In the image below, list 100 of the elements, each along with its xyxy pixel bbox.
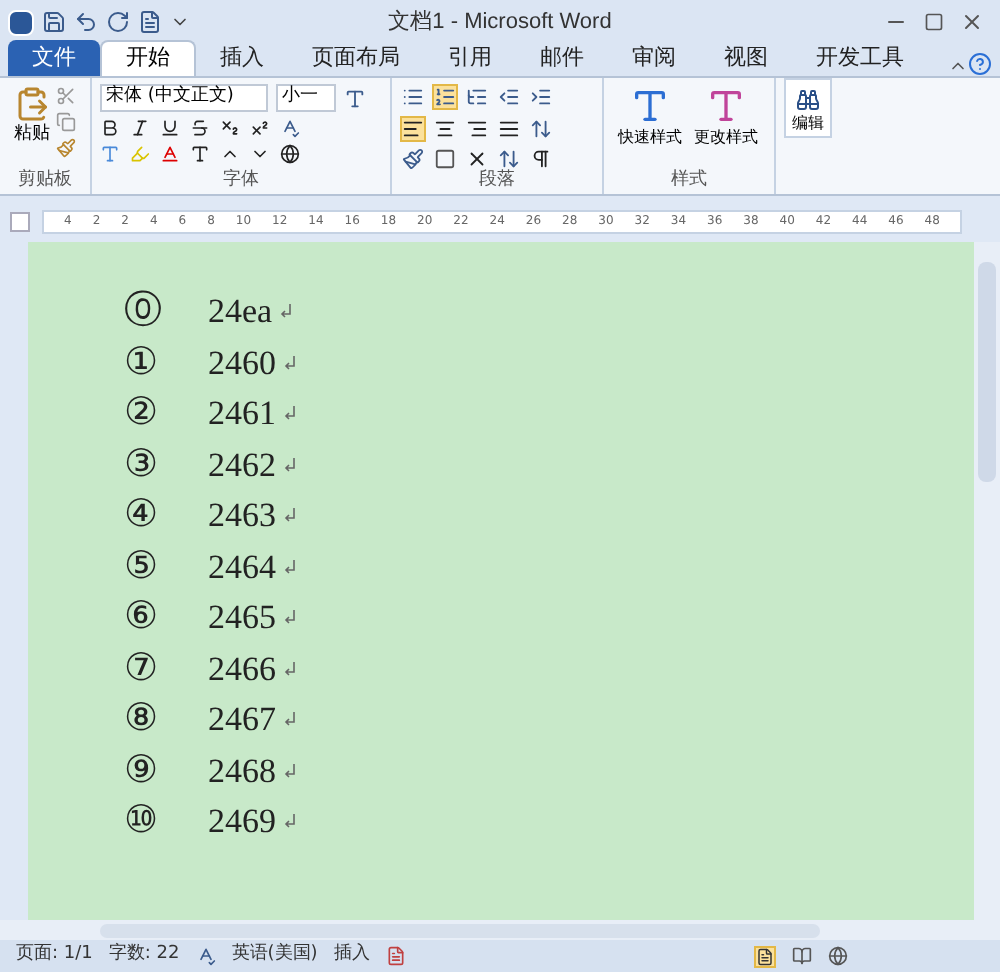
- ribbon-tab[interactable]: 邮件: [516, 40, 608, 76]
- macro-icon[interactable]: [385, 946, 406, 966]
- vertical-scrollbar[interactable]: [974, 242, 1000, 920]
- word-count[interactable]: 字数: 22: [108, 942, 180, 970]
- web-layout-icon[interactable]: [828, 946, 848, 966]
- paragraph-mark-icon: [284, 610, 296, 625]
- letter-style-icon: [630, 86, 670, 126]
- list-text: 2466: [208, 647, 276, 691]
- save-icon[interactable]: [42, 10, 66, 34]
- copy-icon[interactable]: [56, 112, 76, 132]
- justify-icon[interactable]: [496, 118, 522, 140]
- undo-icon[interactable]: [74, 10, 98, 34]
- paragraph-mark-icon: [284, 559, 296, 574]
- sort-icon[interactable]: [496, 148, 522, 170]
- multilevel-list-icon[interactable]: [464, 86, 490, 108]
- insert-mode[interactable]: 插入: [333, 942, 370, 970]
- circled-number: ⑥: [124, 598, 161, 637]
- paragraph-mark-icon: [284, 814, 296, 829]
- reading-layout-icon[interactable]: [792, 946, 812, 966]
- circled-number: ⑧: [124, 700, 161, 739]
- show-marks-icon[interactable]: [528, 148, 554, 170]
- list-text: 2460: [208, 341, 276, 385]
- circled-number: ⓪: [124, 292, 164, 331]
- group-label: 段落: [479, 168, 515, 195]
- circled-number: ⑤: [124, 547, 161, 586]
- proofing-icon[interactable]: [195, 946, 216, 966]
- cut-icon[interactable]: [56, 86, 76, 106]
- paste-button[interactable]: 粘贴: [8, 78, 56, 170]
- close-icon[interactable]: [960, 10, 984, 34]
- circled-number: ④: [124, 496, 161, 535]
- list-text: 2461: [208, 392, 276, 436]
- circled-number: ①: [124, 343, 161, 382]
- print-layout-icon[interactable]: [754, 945, 776, 967]
- paragraph-mark-icon: [284, 457, 296, 472]
- decrease-indent-icon[interactable]: [496, 86, 522, 108]
- paragraph-mark-icon: [280, 304, 293, 319]
- format-painter-icon[interactable]: [56, 138, 76, 158]
- circled-number: ⑨: [124, 751, 161, 790]
- file-tab[interactable]: 文件: [8, 40, 100, 76]
- subscript-icon[interactable]: [220, 118, 240, 138]
- redo-icon[interactable]: [106, 10, 130, 34]
- shading-icon[interactable]: [400, 148, 426, 170]
- ribbon-tab[interactable]: 开发工具: [792, 40, 928, 76]
- help-icon[interactable]: [968, 52, 992, 76]
- circled-number: ③: [124, 445, 161, 484]
- strikethrough-icon[interactable]: [190, 118, 210, 138]
- increase-indent-icon[interactable]: [528, 86, 554, 108]
- ribbon-tab[interactable]: 插入: [196, 40, 288, 76]
- group-label: 剪贴板: [18, 168, 72, 195]
- clipboard-icon: [14, 86, 50, 122]
- phonetic-icon[interactable]: [280, 118, 300, 138]
- borders-icon[interactable]: [432, 148, 458, 170]
- editing-button[interactable]: 编辑: [784, 78, 832, 138]
- change-styles-button[interactable]: 更改样式: [688, 78, 764, 170]
- underline-icon[interactable]: [160, 118, 180, 138]
- paragraph-mark-icon: [284, 712, 296, 727]
- ribbon-tab[interactable]: 视图: [700, 40, 792, 76]
- paragraph-mark-icon: [284, 763, 296, 778]
- circled-number: ②: [124, 394, 161, 433]
- superscript-icon[interactable]: [250, 118, 270, 138]
- list-text: 2465: [208, 596, 276, 640]
- print-preview-icon[interactable]: [138, 10, 162, 34]
- paragraph-mark-icon: [284, 508, 296, 523]
- page-count[interactable]: 页面: 1/1: [16, 942, 93, 970]
- maximize-icon[interactable]: [924, 12, 944, 32]
- language-indicator[interactable]: 英语(美国): [231, 942, 318, 970]
- circled-number: ⑦: [124, 649, 161, 688]
- ribbon-tab[interactable]: 审阅: [608, 40, 700, 76]
- paragraph-mark-icon: [284, 661, 296, 676]
- list-text: 2469: [208, 800, 276, 844]
- list-text: 24ea: [208, 290, 273, 334]
- align-right-icon[interactable]: [464, 118, 490, 140]
- binoculars-icon: [796, 88, 820, 112]
- circled-number: ⑩: [124, 802, 161, 841]
- window-title: 文档1 - Microsoft Word: [386, 7, 614, 38]
- ribbon-tab[interactable]: 开始: [100, 40, 196, 76]
- font-icon[interactable]: [344, 87, 366, 109]
- list-text: 2468: [208, 749, 276, 793]
- list-text: 2462: [208, 443, 276, 487]
- letter-style-icon: [706, 86, 746, 126]
- line-spacing-icon[interactable]: [528, 118, 554, 140]
- group-label: 样式: [671, 168, 707, 195]
- list-text: 2467: [208, 698, 276, 742]
- numbering-icon[interactable]: [432, 84, 458, 110]
- align-center-icon[interactable]: [432, 118, 458, 140]
- horizontal-scrollbar[interactable]: [0, 920, 1000, 940]
- font-color-icon[interactable]: [160, 144, 180, 164]
- paragraph-mark-icon: [284, 355, 296, 370]
- quick-styles-button[interactable]: 快速样式: [612, 78, 688, 170]
- align-left-icon[interactable]: [400, 116, 426, 142]
- ribbon-tab[interactable]: 引用: [424, 40, 516, 76]
- paragraph-mark-icon: [284, 406, 296, 421]
- list-text: 2464: [208, 545, 276, 589]
- group-label: 字体: [223, 168, 259, 195]
- italic-icon[interactable]: [130, 118, 150, 138]
- font-name-field[interactable]: 宋体 (中文正文): [100, 84, 268, 112]
- bold-icon[interactable]: [100, 118, 120, 138]
- font-size-field[interactable]: 小一: [276, 84, 336, 112]
- ribbon-tab[interactable]: 页面布局: [288, 40, 424, 76]
- list-text: 2463: [208, 494, 276, 538]
